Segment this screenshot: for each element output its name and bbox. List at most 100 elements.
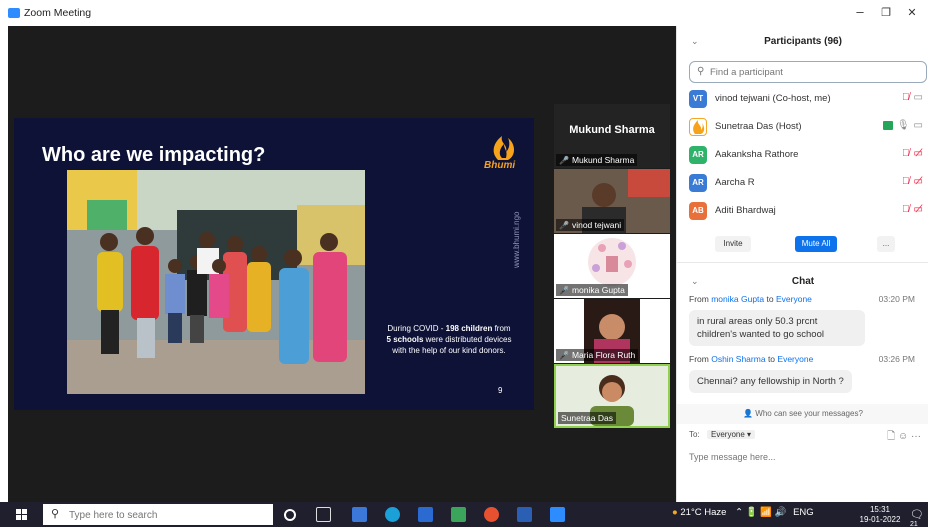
chat-message-input[interactable] [689, 450, 919, 464]
word-icon[interactable] [517, 507, 532, 522]
video-off-icon: ▭̸ [913, 176, 923, 187]
meeting-stage: Who are we impacting? Bhumi www.bhumi.ng… [8, 26, 676, 502]
file-explorer-icon[interactable] [352, 507, 367, 522]
chat-tools: 🗋 ☺ ··· [887, 429, 921, 446]
participant-name: Aakanksha Rathore [715, 149, 799, 160]
mute-all-button[interactable]: Mute All [795, 236, 837, 252]
status-icons: 🎙̸ ▭̸ [902, 148, 923, 159]
emoji-icon[interactable]: ☺ [898, 431, 908, 442]
children-group-photo [67, 170, 365, 394]
more-options-button[interactable]: ... [877, 236, 895, 252]
muted-mic-icon: 🎙̸ [902, 176, 910, 187]
zoom-taskbar-icon[interactable] [550, 507, 565, 522]
who-can-see-link[interactable]: 👤 Who can see your messages? [677, 404, 928, 424]
participant-search[interactable]: ⚲ [689, 61, 927, 83]
chat-message-bubble: Chennai? any fellowship in North ? [689, 370, 852, 393]
video-tile-sunetraa-active[interactable]: Sunetraa Das [554, 364, 670, 428]
edge-icon[interactable] [385, 507, 400, 522]
muted-mic-icon: 🎤 [559, 156, 569, 165]
more-icon[interactable]: ··· [911, 431, 921, 442]
slide-url: www.bhumi.ngo [512, 211, 521, 268]
task-view-icon[interactable] [316, 507, 331, 522]
weather-text[interactable]: 21°C Haze [680, 507, 726, 518]
muted-mic-icon: 🎤 [559, 221, 569, 230]
participant-name: Aditi Bhardwaj [715, 205, 776, 216]
status-icons: 🎙̸ ▭̸ [902, 204, 923, 215]
photos-icon[interactable] [451, 507, 466, 522]
video-tile-maria[interactable]: 🎤 Maria Flora Ruth [554, 299, 670, 363]
muted-mic-icon: 🎙̸ [902, 204, 910, 215]
sender-name[interactable]: Oshin Sharma [711, 354, 765, 364]
cortana-icon[interactable] [284, 509, 296, 521]
video-off-icon: ▭̸ [913, 148, 923, 159]
bhumi-logo: Bhumi [480, 132, 528, 172]
participant-row[interactable]: AR Aarcha R 🎙̸ ▭̸ [677, 170, 928, 196]
participants-title: Participants (96) [764, 36, 842, 47]
maximize-button[interactable]: ❐ [876, 6, 896, 19]
video-tile-monika[interactable]: 🎤 monika Gupta [554, 234, 670, 298]
language-indicator[interactable]: ENG [793, 507, 814, 518]
video-tile-vinod[interactable]: 🎤 vinod tejwani [554, 169, 670, 233]
chat-header: ⌄ Chat [677, 270, 928, 294]
invite-button[interactable]: Invite [715, 236, 751, 252]
screen-share-icon [882, 120, 893, 130]
avatar: VT [689, 90, 707, 108]
tile-nametag: 🎤 Maria Flora Ruth [556, 349, 639, 361]
participant-search-input[interactable] [710, 65, 920, 79]
taskbar-clock[interactable]: 15:31 19-01-2022 [858, 505, 902, 525]
participant-name: vinod tejwani (Co-host, me) [715, 93, 831, 104]
video-tile-mukund[interactable]: Mukund Sharma 🎤 Mukund Sharma [554, 104, 670, 168]
chat-message-meta: From monika Gupta to Everyone 03:20 PM [689, 294, 915, 304]
recipient-name[interactable]: Everyone [776, 294, 812, 304]
chat-title: Chat [791, 276, 815, 287]
side-panel: ⌄ Participants (96) ⚲ VT vinod tejwani (… [676, 26, 928, 502]
window-titlebar: Zoom Meeting – ❐ ✕ [0, 0, 928, 26]
notification-center-icon[interactable]: 🗨21 [910, 508, 928, 527]
mail-icon[interactable] [418, 507, 433, 522]
system-tray: ● 21°C Haze ⌃ 🔋 📶 🔊 ENG [672, 507, 814, 518]
flame-logo-icon [693, 120, 705, 134]
chat-recipient-row: To: Everyone ▾ 🗋 ☺ ··· [689, 430, 921, 444]
status-icons: 🎙 ▭ [882, 120, 923, 131]
status-icons: 🎙̸ ▭ [902, 92, 923, 103]
recipient-select[interactable]: Everyone ▾ [707, 430, 756, 439]
sender-name[interactable]: monika Gupta [711, 294, 764, 304]
participant-row[interactable]: AR Aakanksha Rathore 🎙̸ ▭̸ [677, 142, 928, 168]
muted-mic-icon: 🎤 [559, 351, 569, 360]
flame-logo-icon [493, 136, 514, 160]
clock-date: 19-01-2022 [859, 515, 901, 524]
chrome-icon[interactable] [484, 507, 499, 522]
participants-header: ⌄ Participants (96) [677, 30, 928, 54]
tile-nametag: 🎤 monika Gupta [556, 284, 628, 296]
windows-start-icon[interactable] [16, 509, 28, 521]
divider [677, 262, 928, 263]
slide-title: Who are we impacting? [42, 144, 266, 166]
tile-display-name: Mukund Sharma [569, 124, 655, 136]
clock-time: 15:31 [869, 505, 891, 514]
close-button[interactable]: ✕ [902, 6, 922, 19]
avatar [689, 118, 707, 136]
search-icon: ⚲ [697, 66, 705, 77]
participant-row[interactable]: AB Aditi Bhardwaj 🎙̸ ▭̸ [677, 198, 928, 224]
mic-on-icon: 🎙 [896, 120, 910, 131]
muted-mic-icon: 🎙̸ [902, 92, 910, 103]
file-icon[interactable]: 🗋 [887, 431, 895, 442]
message-time: 03:20 PM [878, 294, 915, 304]
avatar: AR [689, 174, 707, 192]
participant-row[interactable]: Sunetraa Das (Host) 🎙 ▭ [677, 114, 928, 140]
tray-icons[interactable]: ⌃ 🔋 📶 🔊 [735, 507, 786, 518]
minimize-button[interactable]: – [850, 4, 870, 19]
message-time: 03:26 PM [878, 354, 915, 364]
brand-name: Bhumi [484, 160, 516, 171]
tile-nametag: 🎤 vinod tejwani [556, 219, 625, 231]
taskbar-search[interactable]: ⚲ [43, 504, 273, 525]
person-icon: 👤 [743, 409, 754, 418]
status-icons: 🎙̸ ▭̸ [902, 176, 923, 187]
search-icon: ⚲ [51, 508, 60, 520]
slide-page-number: 9 [498, 386, 503, 395]
recipient-name[interactable]: Everyone [777, 354, 813, 364]
taskbar-search-input[interactable] [69, 508, 267, 522]
video-off-icon: ▭̸ [913, 204, 923, 215]
participant-row[interactable]: VT vinod tejwani (Co-host, me) 🎙̸ ▭ [677, 86, 928, 112]
muted-mic-icon: 🎙̸ [902, 148, 910, 159]
